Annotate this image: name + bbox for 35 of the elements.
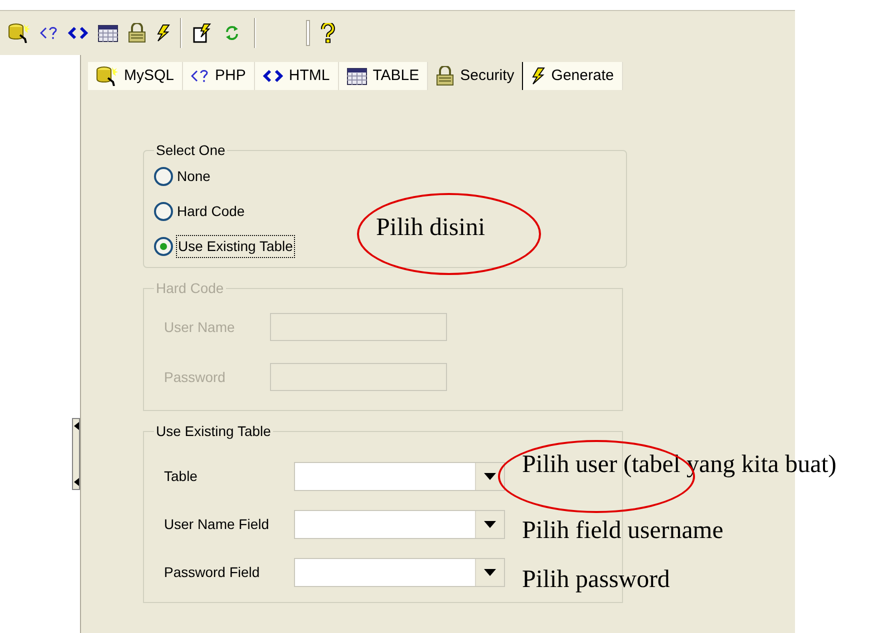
lightning-bolt-icon — [531, 67, 546, 85]
document-bolt-icon[interactable] — [192, 23, 214, 43]
question-mark-icon[interactable] — [320, 23, 336, 43]
annotation-text: Pilih user (tabel yang kita buat) — [522, 450, 837, 480]
table-icon[interactable] — [98, 24, 118, 42]
padlock-icon[interactable] — [128, 23, 146, 43]
php-tag-icon — [191, 69, 210, 83]
field-label: User Name Field — [164, 515, 270, 534]
refresh-arrows-icon[interactable] — [224, 24, 240, 42]
tab[interactable]: Security — [428, 62, 524, 90]
angle-brackets-icon[interactable] — [68, 26, 88, 40]
annotation-text: Pilih field username — [522, 516, 724, 546]
database-icon[interactable] — [8, 23, 30, 43]
radio-label: Hard Code — [176, 202, 246, 220]
annotation-text: Pilih disini — [376, 213, 486, 243]
table-icon — [346, 68, 367, 84]
group-label: Use Existing Table — [155, 422, 272, 441]
radio-label: Use Existing Table — [176, 234, 295, 258]
angle-brackets-icon — [262, 69, 283, 83]
field-label: Table — [164, 467, 198, 486]
group-label: Hard Code — [155, 279, 225, 298]
field-label: User Name — [164, 318, 236, 336]
field-label: Password — [164, 368, 226, 386]
php-tag-icon[interactable] — [40, 26, 58, 40]
lightning-bolt-icon[interactable] — [156, 24, 170, 42]
padlock-icon — [436, 66, 454, 86]
radio-button[interactable] — [154, 166, 173, 186]
field-label: Password Field — [164, 563, 261, 582]
group-label: Select One — [155, 141, 226, 160]
splitter-handle[interactable] — [72, 418, 80, 490]
radio-button[interactable] — [154, 236, 173, 256]
radio-button[interactable] — [154, 202, 173, 220]
radio-label: None — [176, 166, 212, 186]
database-icon — [96, 66, 118, 86]
annotation-text: Pilih password — [522, 565, 670, 595]
